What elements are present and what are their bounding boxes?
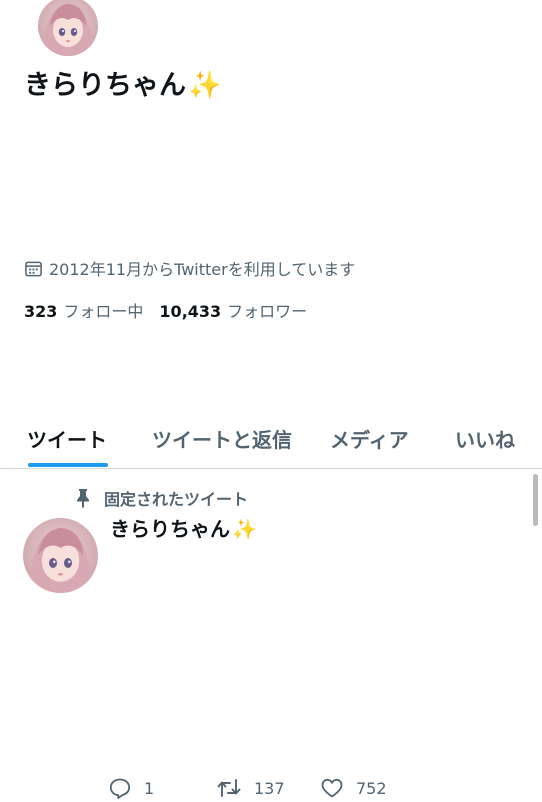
tab-tweets-and-replies[interactable]: ツイートと返信	[152, 424, 292, 453]
following-count: 323	[24, 302, 58, 321]
followers-label: フォロワー	[227, 302, 308, 321]
sparkles-icon: ✨	[232, 517, 257, 541]
tweet-author-avatar[interactable]	[23, 518, 98, 593]
profile-tabs: ツイート ツイートと返信 メディア いいね	[0, 412, 542, 469]
profile-avatar[interactable]	[38, 0, 98, 56]
like-count: 752	[356, 778, 387, 798]
join-date-text: 2012年11月からTwitterを利用しています	[49, 260, 356, 279]
reply-icon	[109, 778, 131, 799]
tab-media[interactable]: メディア	[330, 424, 409, 453]
calendar-icon	[25, 261, 42, 276]
reply-button[interactable]: 1	[108, 776, 154, 800]
join-date: 2012年11月からTwitterを利用しています	[24, 256, 355, 280]
like-button[interactable]: 752	[320, 776, 387, 800]
pinned-tweet-label: 固定されたツイート	[74, 486, 248, 510]
pin-icon	[77, 489, 89, 508]
retweet-icon	[217, 779, 241, 797]
display-name-text: きらりちゃん	[24, 70, 186, 101]
heart-icon	[321, 778, 343, 798]
retweet-button[interactable]: 137	[216, 776, 285, 800]
anime-girl-avatar-icon	[38, 0, 98, 56]
following-label: フォロー中	[63, 302, 144, 321]
followers-link[interactable]: 10,433 フォロワー	[159, 298, 307, 322]
tab-likes[interactable]: いいね	[455, 424, 515, 453]
follow-stats: 323 フォロー中 10,433 フォロワー	[24, 298, 307, 322]
reply-count: 1	[144, 778, 155, 798]
sparkles-icon: ✨	[188, 70, 222, 101]
followers-count: 10,433	[159, 302, 222, 321]
active-tab-indicator	[28, 463, 108, 467]
pinned-label-text: 固定されたツイート	[104, 490, 249, 509]
tab-tweets[interactable]: ツイート	[27, 424, 107, 453]
scrollbar-thumb[interactable]	[533, 474, 538, 526]
tweet-author-text: きらりちゃん	[110, 517, 230, 541]
following-link[interactable]: 323 フォロー中	[24, 298, 143, 322]
profile-display-name: きらりちゃん✨	[24, 68, 222, 104]
retweet-count: 137	[254, 778, 285, 798]
tweet-actions: 1 137 752	[108, 776, 528, 802]
tweet-author-name[interactable]: きらりちゃん ✨	[110, 515, 257, 543]
anime-girl-avatar-icon	[23, 518, 98, 593]
